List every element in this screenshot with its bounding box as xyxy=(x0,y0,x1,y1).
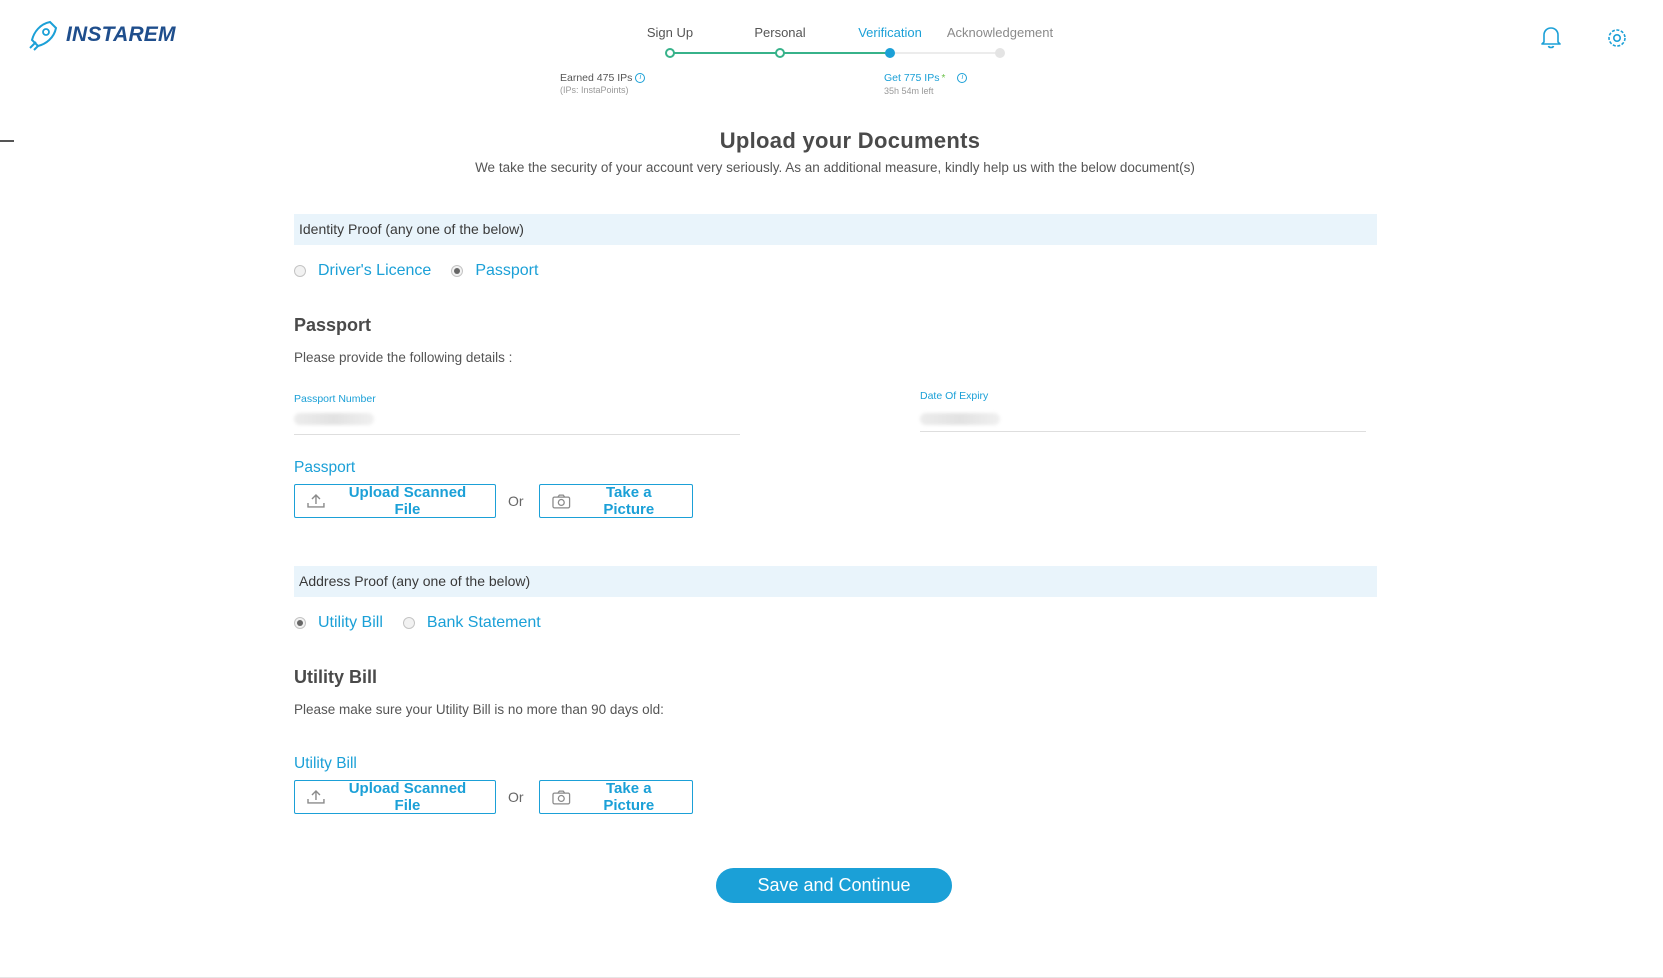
notification-button[interactable] xyxy=(1538,24,1564,55)
utility-bill-upload-row: Upload Scanned File Or Take a Picture xyxy=(294,780,693,814)
identity-proof-options: Driver's Licence Passport xyxy=(294,262,558,280)
camera-icon xyxy=(552,790,571,804)
info-icon[interactable]: i xyxy=(957,73,968,83)
date-of-expiry-field[interactable]: Date Of Expiry xyxy=(920,390,1366,432)
utility-bill-upload-title: Utility Bill xyxy=(294,755,357,772)
earned-points-note: (IPs: InstaPoints) xyxy=(560,85,629,95)
passport-number-value-redacted xyxy=(294,413,374,425)
page-title: Upload your Documents xyxy=(719,128,981,153)
or-separator: Or xyxy=(508,493,524,509)
upload-button-label: Upload Scanned File xyxy=(348,484,467,518)
or-separator: Or xyxy=(508,789,524,805)
star-icon: * xyxy=(941,73,946,84)
step-dot-done xyxy=(775,48,785,58)
identity-proof-header: Identity Proof (any one of the below) xyxy=(294,214,1377,245)
step-dot-current xyxy=(885,48,895,58)
passport-note: Please provide the following details : xyxy=(294,350,513,365)
utility-bill-upload-button[interactable]: Upload Scanned File xyxy=(294,780,496,814)
passport-heading: Passport xyxy=(294,315,372,335)
save-and-continue-button[interactable]: Save and Continue xyxy=(716,868,952,903)
radio-bank-statement[interactable] xyxy=(402,617,415,629)
date-of-expiry-label: Date Of Expiry xyxy=(920,390,989,402)
utility-bill-heading: Utility Bill xyxy=(294,667,378,687)
get-points: Get 775 IPs * i 35h 54m left xyxy=(884,72,968,97)
bell-icon xyxy=(1541,27,1561,49)
rocket-logo-icon xyxy=(29,20,58,51)
step-sign-up: Sign Up xyxy=(646,25,694,40)
utility-bill-take-picture-button[interactable]: Take a Picture xyxy=(539,780,693,814)
step-acknowledgement: Acknowledgement xyxy=(946,25,1054,40)
passport-number-field[interactable]: Passport Number xyxy=(294,393,740,435)
upload-icon xyxy=(307,494,325,508)
radio-passport[interactable] xyxy=(451,265,464,277)
passport-take-picture-button[interactable]: Take a Picture xyxy=(539,484,693,518)
time-left: 35h 54m left xyxy=(884,86,934,96)
radio-label-utility-bill[interactable]: Utility Bill xyxy=(318,614,383,632)
info-icon[interactable]: i xyxy=(635,73,646,83)
radio-label-passport[interactable]: Passport xyxy=(475,262,538,280)
passport-upload-button[interactable]: Upload Scanned File xyxy=(294,484,496,518)
upload-icon xyxy=(307,790,325,804)
step-personal: Personal xyxy=(754,25,806,40)
earned-points: Earned 475 IPs i (IPs: InstaPoints) xyxy=(560,72,646,96)
passport-upload-title: Passport xyxy=(294,459,356,476)
radio-drivers-licence[interactable] xyxy=(294,265,306,277)
camera-icon xyxy=(552,494,571,508)
take-picture-label: Take a Picture xyxy=(603,484,655,518)
settings-button[interactable] xyxy=(1605,26,1629,55)
step-dot-todo xyxy=(995,48,1005,58)
gear-icon xyxy=(1608,29,1626,47)
radio-label-bank-statement[interactable]: Bank Statement xyxy=(427,614,541,632)
step-dot-done xyxy=(665,48,675,58)
radio-utility-bill[interactable] xyxy=(294,617,306,629)
take-picture-label: Take a Picture xyxy=(603,780,655,814)
brand-name: INSTAREM xyxy=(66,23,176,46)
address-proof-options: Utility Bill Bank Statement xyxy=(294,614,561,632)
date-of-expiry-value-redacted xyxy=(920,413,1000,425)
progress-stepper: Sign Up Personal Verification Acknowledg… xyxy=(560,22,1060,102)
address-proof-header: Address Proof (any one of the below) xyxy=(294,566,1377,597)
step-verification: Verification xyxy=(858,25,922,40)
page-subtitle: We take the security of your account ver… xyxy=(475,160,1195,175)
radio-label-drivers-licence[interactable]: Driver's Licence xyxy=(318,262,431,280)
utility-bill-note: Please make sure your Utility Bill is no… xyxy=(294,702,664,717)
get-points-text: Get 775 IPs xyxy=(884,72,940,84)
passport-upload-row: Upload Scanned File Or Take a Picture xyxy=(294,484,693,518)
progress-track-todo xyxy=(890,52,1000,54)
earned-points-text: Earned 475 IPs xyxy=(560,72,633,84)
brand-logo[interactable]: INSTAREM xyxy=(26,18,176,52)
passport-number-label: Passport Number xyxy=(294,393,376,405)
upload-button-label: Upload Scanned File xyxy=(348,780,467,814)
